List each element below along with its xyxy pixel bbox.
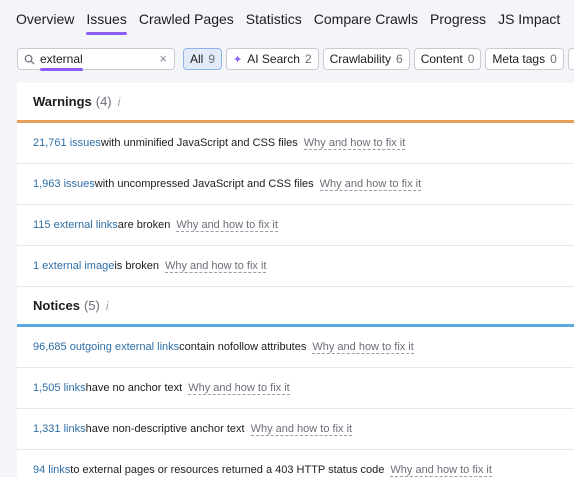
more-filters-button[interactable]: ••• bbox=[567, 48, 574, 70]
filter-count: 9 bbox=[208, 52, 216, 66]
tab-bar: Overview Issues Crawled Pages Statistics… bbox=[0, 0, 574, 38]
issue-row: 1,331 links have non-descriptive anchor … bbox=[17, 409, 574, 450]
issue-row: 21,761 issues with unminified JavaScript… bbox=[17, 123, 574, 164]
filter-count: 0 bbox=[550, 52, 557, 66]
issue-description: with unminified JavaScript and CSS files bbox=[100, 137, 298, 149]
issue-description: with uncompressed JavaScript and CSS fil… bbox=[94, 178, 314, 190]
fix-link[interactable]: Why and how to fix it bbox=[250, 423, 353, 436]
filter-label: Content bbox=[420, 52, 463, 66]
issue-row: 94 links to external pages or resources … bbox=[17, 450, 574, 477]
issue-description: have no anchor text bbox=[85, 382, 183, 394]
issue-link[interactable]: 115 external links bbox=[33, 219, 118, 231]
tab-crawled-pages[interactable]: Crawled Pages bbox=[139, 1, 234, 37]
issue-description: is broken bbox=[114, 260, 159, 272]
filter-label: AI Search bbox=[247, 52, 300, 66]
info-icon[interactable]: i bbox=[106, 299, 109, 313]
tab-overview[interactable]: Overview bbox=[16, 1, 74, 37]
section-title: Warnings bbox=[33, 94, 92, 109]
filter-count: 2 bbox=[304, 52, 312, 66]
fix-link[interactable]: Why and how to fix it bbox=[312, 341, 414, 354]
issue-link[interactable]: 1,331 links bbox=[33, 423, 86, 435]
fix-link[interactable]: Why and how to fix it bbox=[176, 219, 278, 232]
filter-label: All bbox=[190, 52, 204, 66]
tab-compare-crawls[interactable]: Compare Crawls bbox=[314, 1, 418, 37]
tab-issues[interactable]: Issues bbox=[86, 1, 128, 37]
issue-row: 115 external links are broken Why and ho… bbox=[17, 205, 574, 246]
fix-link[interactable]: Why and how to fix it bbox=[164, 260, 267, 273]
notices-header: Notices (5) i bbox=[17, 287, 574, 324]
tab-js-impact[interactable]: JS Impact bbox=[498, 1, 560, 37]
sparkle-icon: ✦ bbox=[233, 53, 243, 66]
issue-description: contain nofollow attributes bbox=[179, 341, 307, 353]
issue-link[interactable]: 96,685 outgoing external links bbox=[33, 341, 179, 353]
filter-content[interactable]: Content 0 bbox=[413, 48, 482, 70]
filter-ai-search[interactable]: ✦ AI Search 2 bbox=[226, 48, 319, 70]
info-icon[interactable]: i bbox=[118, 95, 121, 109]
fix-link[interactable]: Why and how to fix it bbox=[319, 178, 422, 191]
filter-label: Crawlability bbox=[329, 52, 391, 66]
close-icon[interactable]: × bbox=[159, 51, 167, 66]
issue-description: to external pages or resources returned … bbox=[70, 464, 385, 476]
filter-count: 0 bbox=[467, 52, 475, 66]
search-value[interactable]: external bbox=[40, 52, 83, 71]
issue-link[interactable]: 1,505 links bbox=[33, 382, 86, 394]
fix-link[interactable]: Why and how to fix it bbox=[390, 464, 492, 477]
filter-count: 6 bbox=[396, 52, 403, 66]
issue-row: 1,505 links have no anchor text Why and … bbox=[17, 368, 574, 409]
issue-row: 1 external image is broken Why and how t… bbox=[17, 246, 574, 287]
filter-crawlability[interactable]: Crawlability 6 bbox=[322, 48, 410, 70]
search-icon bbox=[18, 48, 40, 70]
section-title: Notices bbox=[33, 298, 80, 313]
search-input[interactable]: external × bbox=[17, 48, 175, 71]
fix-link[interactable]: Why and how to fix it bbox=[188, 382, 290, 395]
issue-link[interactable]: 1 external image bbox=[33, 260, 114, 272]
filter-label: Meta tags bbox=[492, 52, 546, 66]
issue-row: 1,963 issues with uncompressed JavaScrip… bbox=[17, 164, 574, 205]
tab-progress[interactable]: Progress bbox=[430, 1, 486, 37]
issue-link[interactable]: 21,761 issues bbox=[33, 137, 101, 149]
tab-statistics[interactable]: Statistics bbox=[246, 1, 302, 37]
issue-description: have non-descriptive anchor text bbox=[85, 423, 245, 435]
section-count: (5) bbox=[83, 298, 100, 313]
section-count: (4) bbox=[95, 94, 112, 109]
filter-meta-tags[interactable]: Meta tags 0 bbox=[485, 48, 564, 70]
filter-all[interactable]: All 9 bbox=[183, 48, 223, 70]
issue-row: 96,685 outgoing external links contain n… bbox=[17, 327, 574, 368]
filter-bar: external × All 9 ✦ AI Search 2 Crawlabil… bbox=[17, 47, 574, 71]
issues-panel: Warnings (4) i 21,761 issues with unmini… bbox=[17, 83, 574, 477]
issue-link[interactable]: 94 links bbox=[33, 464, 70, 476]
fix-link[interactable]: Why and how to fix it bbox=[303, 137, 406, 150]
issue-description: are broken bbox=[117, 219, 171, 231]
issue-link[interactable]: 1,963 issues bbox=[33, 178, 95, 190]
warnings-header: Warnings (4) i bbox=[17, 83, 574, 120]
